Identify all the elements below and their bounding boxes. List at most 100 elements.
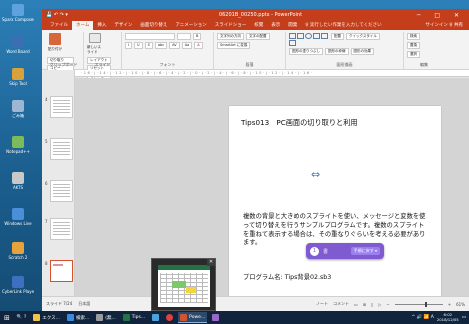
slide-thumbnail[interactable]: 4	[45, 96, 73, 118]
zoom-out-icon[interactable]: −	[386, 302, 389, 307]
group-label: 図形描画	[336, 62, 353, 67]
reading-view-icon[interactable]: ▯	[371, 302, 373, 307]
horizontal-ruler: ·16·|·14·|·12·|·10·|·8·|·6·|·4·|·2·|·0·|…	[75, 70, 469, 77]
change-case-button[interactable]: Aa	[181, 42, 193, 49]
tab-developer[interactable]: 開発	[284, 21, 301, 30]
slide-thumbnail[interactable]: 7	[45, 218, 73, 240]
tab-animations[interactable]: アニメーション	[171, 21, 210, 30]
slide[interactable]: Tips013 PC画面の切り取りと利用 ⇔ 複数の背景と大きめのスプライトを使…	[229, 106, 441, 298]
clock[interactable]: 6:02 2018/12/05	[437, 312, 459, 322]
taskbar-item[interactable]: 検索...	[65, 312, 91, 323]
zoom-level[interactable]: 61%	[456, 302, 465, 307]
shape-effects-button[interactable]: 図形の効果	[350, 48, 375, 55]
tab-file[interactable]: ファイル	[46, 21, 72, 30]
taskbar-item[interactable]: Tips...	[121, 312, 147, 323]
tab-transitions[interactable]: 画面切り替え	[136, 21, 171, 30]
slide-editing-area[interactable]: Tips013 PC画面の切り取りと利用 ⇔ 複数の背景と大きめのスプライトを使…	[75, 78, 469, 298]
desktop-icon[interactable]: Notepad++	[2, 134, 34, 162]
taskbar-item[interactable]	[150, 312, 161, 323]
start-button[interactable]: ⊞	[2, 312, 12, 323]
taskbar-item[interactable]	[210, 312, 221, 323]
window-controls[interactable]: ─ □ ✕	[415, 12, 465, 19]
group-font: B I U S abc AV Aa A フォント	[122, 32, 214, 69]
taskbar-preview-popup[interactable]: ✕	[151, 258, 216, 311]
taskbar-item[interactable]: 🔍 ?	[15, 312, 28, 323]
slideshow-view-icon[interactable]: ▷	[378, 302, 381, 307]
zoom-slider[interactable]	[394, 301, 443, 307]
program-name-text[interactable]: プログラム名: Tips背景02.sb3	[243, 272, 331, 281]
select-button[interactable]: 選択	[407, 51, 420, 58]
taskbar-item[interactable]: (無...	[94, 312, 118, 323]
preview-close-icon[interactable]: ✕	[207, 259, 215, 266]
notification-icon[interactable]: ▭	[462, 315, 466, 320]
normal-view-icon[interactable]: ▭	[354, 302, 358, 307]
taskbar-item-active[interactable]: Powe...	[178, 312, 208, 323]
desktop-icon[interactable]: Scratch 2	[2, 240, 34, 268]
desktop-icon[interactable]: AKTS	[2, 170, 34, 198]
spacing-button[interactable]: AV	[169, 42, 180, 49]
new-slide-button[interactable]: 新しいスライド	[87, 33, 103, 55]
powerpoint-window: 💾 ↶ ↷ ▾ 06201B_00250.pptx - PowerPoint ─…	[42, 9, 469, 311]
step-tooltip[interactable]: 1 書 手順に戻す ▾	[306, 243, 384, 259]
desktop-icon[interactable]: ごみ箱	[2, 98, 34, 126]
tab-home[interactable]: ホーム	[72, 21, 94, 30]
arrow-shape-icon[interactable]	[321, 33, 328, 39]
explorer-icon	[33, 314, 41, 321]
text-direction-button[interactable]: 文字列の方向	[217, 33, 244, 40]
slide-thumbnails-pane[interactable]: 4 5 6 7 8	[42, 70, 75, 296]
bold-button[interactable]: B	[193, 33, 202, 40]
shape-outline-button[interactable]: 図形の枠線	[325, 48, 349, 55]
align-text-button[interactable]: 文字の配置	[246, 33, 270, 40]
sorter-view-icon[interactable]: ⊞	[363, 302, 366, 307]
strikethrough-button[interactable]: abc	[154, 42, 168, 49]
arrange-button[interactable]: 配置	[331, 33, 344, 40]
oval-shape-icon[interactable]	[305, 33, 312, 39]
tab-review[interactable]: 校閲	[250, 21, 267, 30]
preview-window-thumbnail[interactable]	[158, 265, 210, 307]
taskbar-item[interactable]	[164, 312, 175, 323]
tab-design[interactable]: デザイン	[110, 21, 136, 30]
paste-button[interactable]: 貼り付け	[47, 33, 63, 55]
font-color-button[interactable]: A	[194, 42, 203, 49]
language-indicator[interactable]: 日本語	[78, 301, 90, 307]
zoom-in-icon[interactable]: +	[448, 302, 451, 307]
replace-button[interactable]: 置換	[407, 42, 420, 49]
desktop-icon[interactable]: CyberLink Player	[2, 274, 34, 302]
slide-title[interactable]: Tips013 PC画面の切り取りと利用	[241, 118, 358, 128]
comments-button[interactable]: コメント	[333, 301, 349, 307]
shape-fill-button[interactable]: 図形の塗りつぶし	[289, 48, 324, 55]
tray-icons[interactable]: ^ 🔊 📶 A	[411, 315, 433, 320]
font-size-box[interactable]	[177, 33, 191, 40]
tooltip-button[interactable]: 手順に戻す ▾	[350, 247, 380, 255]
sign-in-share[interactable]: サインイン ♀ 共有	[419, 22, 469, 30]
quick-access-toolbar[interactable]: 💾 ↶ ↷ ▾	[46, 12, 106, 18]
search-app-icon	[66, 314, 74, 321]
underline-button[interactable]: U	[134, 42, 143, 49]
desktop-icon[interactable]: Windows Live	[2, 206, 34, 234]
slide-thumbnail-selected[interactable]: 8	[45, 260, 73, 282]
tab-slideshow[interactable]: スライドショー	[211, 21, 251, 30]
slide-thumbnail[interactable]: 5	[45, 138, 73, 160]
font-name-box[interactable]	[125, 33, 175, 40]
triangle-shape-icon[interactable]	[313, 33, 320, 39]
quick-styles-button[interactable]: クイックスタイル	[346, 33, 380, 40]
line-shape-icon[interactable]	[289, 40, 296, 46]
desktop-icon[interactable]: Word Board	[2, 34, 34, 62]
desktop-icon[interactable]: Skip Tool	[2, 66, 34, 94]
tell-me-box[interactable]: ♀ 実行したい作業を入力してください	[301, 21, 419, 30]
slide-thumbnail[interactable]: 6	[45, 180, 73, 202]
search-icon: 🔍 ?	[16, 315, 27, 320]
tab-view[interactable]: 表示	[267, 21, 284, 30]
rectangle-shape-icon[interactable]	[297, 33, 304, 39]
shadow-button[interactable]: S	[144, 42, 153, 49]
smartart-button[interactable]: SmartArt に変換	[217, 42, 251, 49]
notepad-icon	[96, 314, 104, 321]
rectangle-shape-icon[interactable]	[289, 33, 296, 39]
italic-button[interactable]: I	[125, 42, 133, 49]
desktop-icon[interactable]: Sparx Composer	[2, 2, 34, 30]
find-button[interactable]: 検索	[407, 33, 420, 40]
taskbar-item[interactable]: エクス...	[31, 312, 62, 323]
tab-insert[interactable]: 挿入	[93, 21, 110, 30]
group-slides: 新しいスライド レイアウト リセット セクション スライド	[84, 32, 122, 80]
notes-button[interactable]: ノート	[316, 301, 328, 307]
